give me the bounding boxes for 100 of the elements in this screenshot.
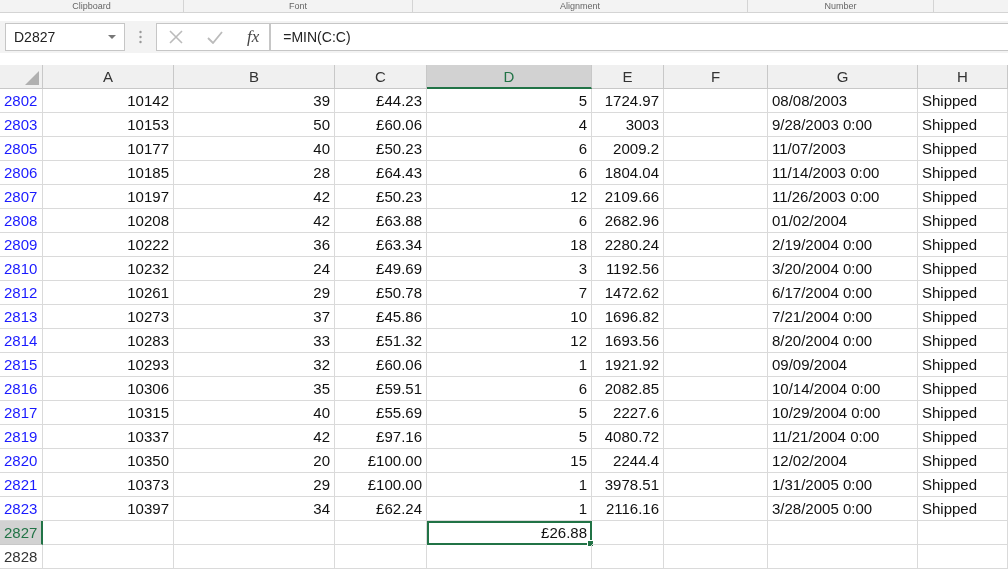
ribbon-group-label: Clipboard (72, 1, 111, 11)
column-header[interactable]: D (427, 65, 592, 89)
table-cell: Shipped (918, 401, 1008, 425)
row-header[interactable]: 2805 (0, 137, 43, 161)
table-cell: 11/26/2003 0:00 (768, 185, 918, 209)
table-cell: 35 (174, 377, 335, 401)
row-header[interactable]: 2814 (0, 329, 43, 353)
table-cell: 3/28/2005 0:00 (768, 497, 918, 521)
table-cell: 10 (427, 305, 592, 329)
row-header[interactable]: 2803 (0, 113, 43, 137)
column-header[interactable]: H (918, 65, 1008, 89)
table-cell: 2109.66 (592, 185, 664, 209)
table-cell: £49.69 (335, 257, 427, 281)
column-header[interactable]: A (43, 65, 174, 89)
table-cell: 32 (174, 353, 335, 377)
table-cell: 09/09/2004 (768, 353, 918, 377)
table-cell (592, 545, 664, 569)
table-cell: 10261 (43, 281, 174, 305)
row-header[interactable]: 2815 (0, 353, 43, 377)
row-header[interactable]: 2802 (0, 89, 43, 113)
table-cell: 7 (427, 281, 592, 305)
table-cell: 01/02/2004 (768, 209, 918, 233)
table-cell: Shipped (918, 473, 1008, 497)
table-cell: 2082.85 (592, 377, 664, 401)
row-header[interactable]: 2820 (0, 449, 43, 473)
row-header[interactable]: 2828 (0, 545, 43, 569)
table-cell: 1921.92 (592, 353, 664, 377)
table-cell: 12 (427, 185, 592, 209)
table-cell: £55.69 (335, 401, 427, 425)
column-header[interactable]: B (174, 65, 335, 89)
row-header[interactable]: 2808 (0, 209, 43, 233)
table-cell: £45.86 (335, 305, 427, 329)
table-cell: 10350 (43, 449, 174, 473)
table-cell: 42 (174, 185, 335, 209)
table-cell: £63.88 (335, 209, 427, 233)
table-cell: 10315 (43, 401, 174, 425)
ribbon-group-label: Number (824, 1, 857, 11)
table-cell: 1192.56 (592, 257, 664, 281)
table-cell: Shipped (918, 233, 1008, 257)
column-header[interactable]: E (592, 65, 664, 89)
table-cell: £64.43 (335, 161, 427, 185)
table-cell: 18 (427, 233, 592, 257)
table-cell: 1 (427, 497, 592, 521)
column-header[interactable]: F (664, 65, 768, 89)
insert-function-button[interactable]: fx (247, 27, 260, 47)
ribbon-group-label: Alignment (560, 1, 600, 11)
row-header[interactable]: 2827 (0, 521, 43, 545)
table-cell: 29 (174, 281, 335, 305)
check-icon[interactable] (207, 30, 223, 44)
table-cell: 1/31/2005 0:00 (768, 473, 918, 497)
name-box-text: D2827 (14, 29, 56, 45)
caret-icon[interactable] (108, 34, 116, 40)
row-header[interactable]: 2812 (0, 281, 43, 305)
active-cell[interactable]: £26.88 (427, 521, 592, 545)
row-header[interactable]: 2821 (0, 473, 43, 497)
row-header[interactable]: 2817 (0, 401, 43, 425)
table-cell: 40 (174, 401, 335, 425)
table-cell: 1 (427, 473, 592, 497)
table-cell: 4 (427, 113, 592, 137)
row-header[interactable]: 2810 (0, 257, 43, 281)
column-header[interactable]: C (335, 65, 427, 89)
table-cell: 42 (174, 425, 335, 449)
table-cell: 4080.72 (592, 425, 664, 449)
row-header[interactable]: 2813 (0, 305, 43, 329)
grip-icon (139, 30, 142, 44)
table-cell: Shipped (918, 425, 1008, 449)
row-header[interactable]: 2809 (0, 233, 43, 257)
table-cell: 7/21/2004 0:00 (768, 305, 918, 329)
table-cell: 42 (174, 209, 335, 233)
name-box[interactable]: D2827 (5, 23, 125, 51)
table-cell: 10232 (43, 257, 174, 281)
table-cell: 10185 (43, 161, 174, 185)
table-cell: Shipped (918, 257, 1008, 281)
row-header[interactable]: 2806 (0, 161, 43, 185)
table-cell: 2682.96 (592, 209, 664, 233)
row-header[interactable]: 2816 (0, 377, 43, 401)
formula-field[interactable]: =MIN(C:C) (270, 23, 1008, 51)
row-header[interactable]: 2819 (0, 425, 43, 449)
table-cell: £60.06 (335, 353, 427, 377)
row-header[interactable]: 2807 (0, 185, 43, 209)
table-cell: 6 (427, 161, 592, 185)
table-cell: Shipped (918, 305, 1008, 329)
table-cell: £100.00 (335, 449, 427, 473)
cancel-icon[interactable] (169, 30, 183, 44)
select-all-button[interactable] (0, 65, 43, 89)
table-cell: 28 (174, 161, 335, 185)
table-cell: 3978.51 (592, 473, 664, 497)
table-cell: 2/19/2004 0:00 (768, 233, 918, 257)
table-cell: 10397 (43, 497, 174, 521)
table-cell: 34 (174, 497, 335, 521)
table-cell: 33 (174, 329, 335, 353)
table-cell: 3/20/2004 0:00 (768, 257, 918, 281)
table-cell: 5 (427, 401, 592, 425)
table-cell: 10142 (43, 89, 174, 113)
table-cell: Shipped (918, 161, 1008, 185)
table-cell: 1 (427, 353, 592, 377)
table-cell: 08/08/2003 (768, 89, 918, 113)
column-header[interactable]: G (768, 65, 918, 89)
table-cell: £97.16 (335, 425, 427, 449)
table-cell: £51.32 (335, 329, 427, 353)
